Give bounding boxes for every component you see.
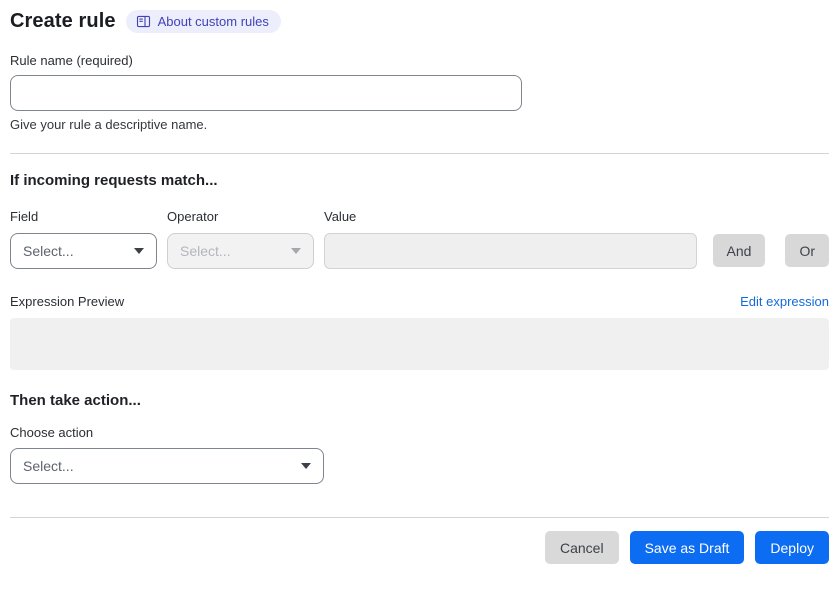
value-label: Value: [324, 209, 357, 224]
rule-name-helper: Give your rule a descriptive name.: [10, 117, 208, 132]
header: Create rule About custom rules: [10, 10, 829, 33]
chevron-down-icon: [291, 248, 301, 254]
save-as-draft-button[interactable]: Save as Draft: [629, 531, 745, 564]
chevron-down-icon: [134, 248, 144, 254]
field-select[interactable]: Select...: [10, 233, 157, 269]
about-custom-rules-badge[interactable]: About custom rules: [125, 10, 281, 33]
rule-name-label: Rule name (required): [10, 53, 133, 68]
chevron-down-icon: [301, 463, 311, 469]
operator-select-value: Select...: [180, 243, 231, 259]
operator-label: Operator: [167, 209, 219, 224]
create-rule-panel: Create rule About custom rules Rule name…: [0, 0, 839, 597]
match-section-heading: If incoming requests match...: [10, 172, 218, 189]
field-column: Field Select...: [10, 209, 157, 269]
action-section-heading: Then take action...: [10, 392, 141, 409]
footer-actions: Cancel Save as Draft Deploy: [10, 531, 829, 564]
and-button[interactable]: And: [712, 234, 766, 267]
cancel-button[interactable]: Cancel: [544, 531, 619, 564]
field-select-value: Select...: [23, 243, 74, 259]
footer-divider: [10, 517, 829, 518]
page-title: Create rule: [10, 10, 116, 32]
expression-preview-row: Expression Preview Edit expression: [10, 294, 829, 309]
operator-column: Operator Select...: [167, 209, 314, 269]
expression-preview-label: Expression Preview: [10, 294, 125, 309]
edit-expression-link[interactable]: Edit expression: [740, 294, 829, 309]
action-select-value: Select...: [23, 458, 74, 474]
expression-preview-box: [10, 318, 829, 370]
rule-name-input[interactable]: [10, 75, 522, 111]
book-icon: [136, 14, 151, 29]
value-input[interactable]: [324, 233, 697, 269]
section-divider: [10, 153, 829, 154]
choose-action-label: Choose action: [10, 425, 94, 440]
value-column: Value: [324, 209, 697, 269]
deploy-button[interactable]: Deploy: [755, 531, 829, 564]
field-label: Field: [10, 209, 39, 224]
about-custom-rules-label: About custom rules: [157, 14, 269, 29]
operator-select[interactable]: Select...: [167, 233, 314, 269]
or-button[interactable]: Or: [785, 234, 829, 267]
condition-row: Field Select... Operator Select... Value…: [10, 209, 829, 269]
action-select[interactable]: Select...: [10, 448, 324, 484]
